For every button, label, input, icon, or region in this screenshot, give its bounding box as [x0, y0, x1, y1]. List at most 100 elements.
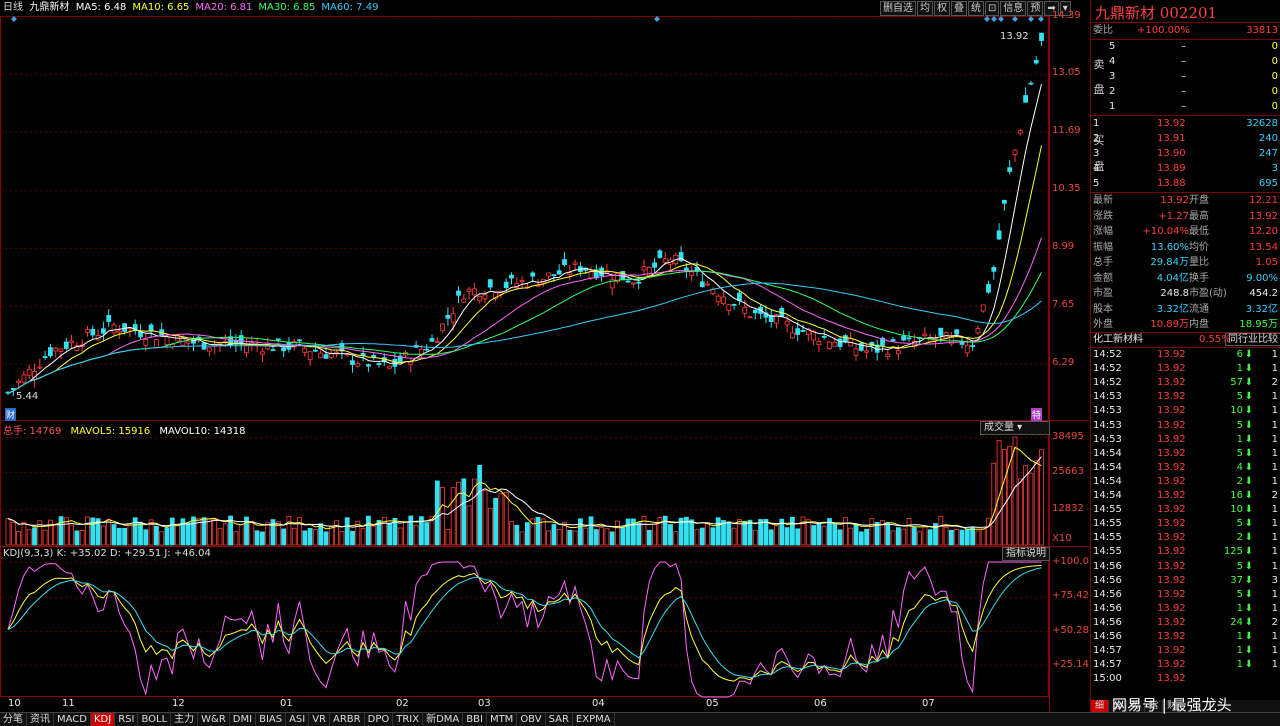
tick-count: 1 [1271, 631, 1278, 642]
side-tab-0[interactable]: 细 [1091, 700, 1110, 712]
volume-bar [445, 529, 451, 546]
volume-bar [297, 516, 302, 546]
sell-lv: 3 [1109, 71, 1116, 82]
volume-bar [964, 528, 970, 546]
volume-bar [795, 528, 801, 546]
candle-body [652, 262, 657, 268]
volume-bar [731, 527, 737, 546]
tab-15[interactable]: 新DMA [423, 713, 464, 726]
special-tag[interactable]: 特 [1031, 408, 1043, 421]
candle-body [827, 341, 832, 349]
tab-12[interactable]: ARBR [330, 713, 365, 726]
tick-row: 14:56 13.92 37 ⬇ 3 [1091, 574, 1280, 588]
tab-17[interactable]: MTM [487, 713, 518, 726]
volume-bar [16, 531, 22, 546]
tab-20[interactable]: EXPMA [573, 713, 615, 726]
tick-time: 14:56 [1093, 588, 1122, 600]
tab-14[interactable]: TRIX [393, 713, 424, 726]
tab-18[interactable]: OBV [517, 713, 546, 726]
volume-bar [509, 521, 514, 546]
price-tick-5: 7.65 [1052, 299, 1075, 310]
volume-bar [387, 522, 393, 546]
order-diff-value: 33813 [1246, 25, 1278, 36]
toolbar-button-1[interactable]: 均 [917, 1, 933, 16]
sell-price: – [1181, 86, 1186, 97]
candle-body [991, 267, 997, 272]
tab-10[interactable]: ASI [286, 713, 310, 726]
toolbar-button-6[interactable]: 信息 [1000, 1, 1027, 16]
tab-2[interactable]: MACD [54, 713, 91, 726]
candle-body [48, 347, 53, 357]
tab-0[interactable]: 分笔 [0, 713, 27, 726]
volume-ma10: MAVOL10: 14318 [159, 426, 246, 437]
tick-price: 13.92 [1157, 349, 1186, 360]
tab-1[interactable]: 资讯 [27, 713, 54, 726]
volume-bar [106, 518, 112, 546]
volume-bar [413, 524, 419, 546]
tab-16[interactable]: BBI [463, 713, 487, 726]
chart-panel[interactable]: 日线 九鼎新材 MA5: 6.48 MA10: 6.65 MA20: 6.81 MA3… [0, 0, 1090, 712]
volume-bar [673, 531, 679, 546]
candle-body [434, 341, 440, 343]
month-tick-9: 07 [922, 698, 935, 709]
volume-bar [138, 521, 143, 546]
ma-value-1: MA10: 6.65 [132, 2, 190, 13]
quote-label: 内盘 [1189, 319, 1209, 330]
toolbar-button-7[interactable]: 预 [1027, 1, 1044, 16]
candle-body [837, 338, 843, 347]
ma-legend: 日线 九鼎新材 MA5: 6.48 MA10: 6.65 MA20: 6.81 MA3… [0, 0, 880, 16]
tab-11[interactable]: VR [309, 713, 331, 726]
quote-label: 最新 [1093, 195, 1113, 206]
toolbar-button-2[interactable]: 权 [934, 1, 950, 16]
sector-compare-button[interactable]: 同行业比较 [1225, 333, 1280, 346]
tick-time: 14:53 [1093, 405, 1122, 417]
buy-price: 13.89 [1157, 163, 1186, 174]
candle-body [376, 362, 382, 365]
toolbar-button-0[interactable]: 删自选 [880, 1, 916, 16]
down-arrow-icon: ⬇ [1244, 588, 1253, 600]
toolbar-button-4[interactable]: 统 [968, 1, 984, 16]
volume-bar [424, 522, 430, 546]
volume-bar [307, 528, 313, 546]
candle-body [466, 288, 472, 292]
tick-volume: 37 [1230, 574, 1243, 586]
candle-body [355, 363, 361, 367]
tab-6[interactable]: 主力 [171, 713, 199, 726]
volume-bar [927, 529, 933, 546]
quote-label: 涨跌 [1093, 210, 1113, 222]
quote-value: 13.92 [1249, 210, 1278, 222]
tab-19[interactable]: SAR [546, 713, 573, 726]
tick-count: 1 [1271, 588, 1278, 600]
tab-13[interactable]: DPO [365, 713, 394, 726]
candle-body [625, 280, 631, 283]
tab-5[interactable]: BOLL [138, 713, 172, 726]
tab-9[interactable]: BIAS [256, 713, 287, 726]
tab-8[interactable]: DMI [230, 713, 257, 726]
candle-body [270, 349, 276, 352]
tab-3[interactable]: KDJ [90, 713, 116, 726]
tick-price: 13.92 [1157, 645, 1186, 657]
tick-volume: 1 [1236, 602, 1243, 614]
volume-indicator-button[interactable]: 成交量 ▾ [980, 421, 1050, 435]
buy-vol: 240 [1258, 133, 1278, 144]
tick-price: 13.92 [1157, 659, 1186, 671]
candle-body [832, 341, 838, 347]
candle-body [1002, 199, 1007, 204]
toolbar-button-3[interactable]: 叠 [951, 1, 967, 16]
finance-tag[interactable]: 财 [5, 408, 17, 421]
volume-bar [906, 517, 912, 546]
tick-count: 1 [1271, 433, 1278, 445]
tab-7[interactable]: W&R [198, 713, 230, 726]
candle-body [445, 314, 451, 319]
volume-bar [185, 522, 191, 546]
indicator-help-button[interactable]: 指标说明 [1002, 547, 1050, 561]
volume-bar [69, 524, 74, 546]
down-arrow-icon: ⬇ [1244, 631, 1253, 642]
down-arrow-icon: ⬇ [1244, 560, 1253, 572]
buy-level-4: 4 13.89 3 [1091, 162, 1280, 176]
volume-bar [286, 516, 292, 546]
tab-4[interactable]: RSI [115, 713, 139, 726]
chart-canvas[interactable] [0, 0, 1090, 712]
candle-body [689, 271, 695, 276]
toolbar-button-5[interactable]: ⊡ [985, 1, 1000, 16]
